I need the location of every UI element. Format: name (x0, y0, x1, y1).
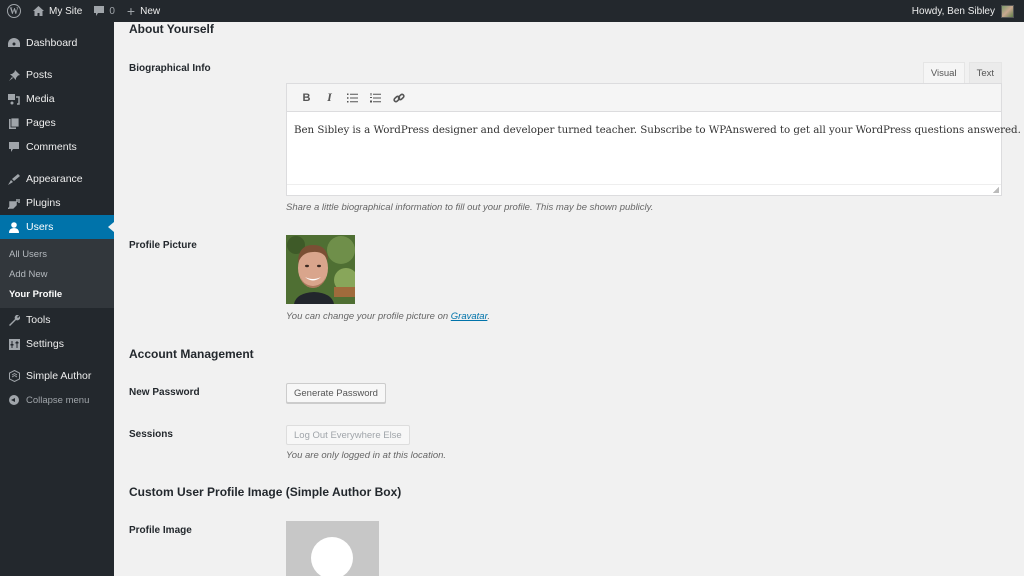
pages-icon (7, 117, 21, 129)
wp-logo-menu[interactable]: W (0, 0, 27, 22)
desc-text: . (487, 311, 491, 322)
sidebar-item-users[interactable]: Users (0, 215, 114, 239)
sidebar-item-tools[interactable]: Tools (0, 308, 114, 332)
settings-icon (7, 338, 21, 350)
sidebar-item-pages[interactable]: Pages (0, 111, 114, 135)
sidebar-label: Settings (26, 338, 64, 350)
new-label: New (140, 5, 161, 17)
sidebar-item-settings[interactable]: Settings (0, 332, 114, 356)
account-heading: Account Management (129, 347, 254, 361)
editor-statusbar (287, 184, 1001, 195)
collapse-menu-button[interactable]: Collapse menu (0, 388, 114, 412)
users-submenu: All Users Add New Your Profile (0, 239, 114, 308)
wordpress-logo-icon: W (7, 4, 21, 18)
sidebar-label: Pages (26, 117, 56, 129)
sidebar-item-posts[interactable]: Posts (0, 63, 114, 87)
site-name-link[interactable]: My Site (27, 0, 88, 22)
profile-picture-description: You can change your profile picture on G… (286, 311, 490, 322)
wrench-icon (7, 314, 21, 326)
sessions-description: You are only logged in at this location. (286, 450, 447, 461)
sidebar-label: Tools (26, 314, 51, 326)
user-icon (7, 221, 21, 233)
bio-textarea[interactable]: Ben Sibley is a WordPress designer and d… (287, 112, 1021, 148)
sidebar-label: Users (26, 221, 54, 233)
profile-image-placeholder[interactable] (286, 521, 379, 576)
pin-icon (7, 69, 21, 81)
admin-sidebar: Dashboard Posts Media Pages Comments App… (0, 22, 114, 576)
about-heading: About Yourself (129, 22, 214, 36)
sidebar-item-simple-author[interactable]: Simple Author (0, 364, 114, 388)
comment-icon (94, 6, 105, 16)
profile-picture (286, 235, 355, 304)
profile-image-label: Profile Image (129, 525, 192, 536)
home-icon (33, 6, 44, 16)
plug-icon (7, 198, 21, 209)
media-icon (7, 93, 21, 105)
custom-image-heading: Custom User Profile Image (Simple Author… (129, 485, 402, 499)
bio-editor: B I Ben Sibley is a WordPress designer a… (286, 83, 1021, 196)
comment-count: 0 (109, 5, 115, 17)
submenu-all-users[interactable]: All Users (0, 244, 114, 264)
editor-tabs: Visual Text (919, 62, 1002, 83)
bulleted-list-icon (347, 93, 358, 102)
sidebar-item-media[interactable]: Media (0, 87, 114, 111)
submenu-your-profile[interactable]: Your Profile (0, 284, 114, 304)
sidebar-item-dashboard[interactable]: Dashboard (0, 31, 114, 55)
tab-text[interactable]: Text (968, 62, 1002, 83)
editor-toolbar: B I (287, 84, 1001, 112)
sidebar-label: Appearance (26, 173, 83, 185)
generate-password-button[interactable]: Generate Password (286, 383, 386, 403)
sidebar-item-plugins[interactable]: Plugins (0, 191, 114, 215)
collapse-icon-wrap (7, 395, 21, 405)
sidebar-label: Media (26, 93, 55, 105)
gravatar-link[interactable]: Gravatar (451, 311, 488, 322)
site-name: My Site (49, 5, 83, 17)
link-icon (392, 93, 405, 102)
resize-handle-icon[interactable] (993, 187, 999, 193)
bio-label: Biographical Info (129, 63, 211, 74)
dashboard-icon (7, 38, 21, 48)
avatar-placeholder-icon (311, 537, 353, 576)
sidebar-label: Posts (26, 69, 53, 81)
italic-icon: I (327, 90, 332, 104)
new-content-link[interactable]: + New (121, 0, 166, 22)
italic-button[interactable]: I (318, 87, 341, 109)
sidebar-item-comments[interactable]: Comments (0, 135, 114, 159)
bulleted-list-button[interactable] (341, 87, 364, 109)
profile-picture-label: Profile Picture (129, 240, 197, 251)
desc-text: You can change your profile picture on (286, 311, 451, 322)
sidebar-label: Simple Author (26, 370, 92, 382)
sidebar-item-appearance[interactable]: Appearance (0, 167, 114, 191)
bold-icon: B (302, 91, 311, 104)
numbered-list-icon (370, 92, 381, 102)
plus-icon: + (126, 3, 136, 19)
logout-everywhere-button[interactable]: Log Out Everywhere Else (286, 425, 410, 445)
admin-bar: W My Site 0 + New Howdy, Ben Sibley (0, 0, 1024, 22)
tab-visual[interactable]: Visual (922, 62, 965, 83)
sidebar-label: Collapse menu (26, 394, 90, 406)
bold-button[interactable]: B (295, 87, 318, 109)
new-password-label: New Password (129, 387, 200, 398)
sidebar-label: Plugins (26, 197, 61, 209)
howdy-text: Howdy, Ben Sibley (911, 5, 995, 17)
comments-link[interactable]: 0 (88, 0, 121, 22)
sidebar-label: Dashboard (26, 37, 78, 49)
link-button[interactable] (387, 87, 410, 109)
hexagon-icon (7, 370, 21, 382)
sidebar-label: Comments (26, 141, 77, 153)
paintbrush-icon (7, 173, 21, 185)
numbered-list-button[interactable] (364, 87, 387, 109)
sessions-label: Sessions (129, 429, 173, 440)
collapse-icon (9, 395, 19, 405)
submenu-add-new[interactable]: Add New (0, 264, 114, 284)
bio-description: Share a little biographical information … (286, 202, 654, 213)
my-account-link[interactable]: Howdy, Ben Sibley (906, 0, 1020, 22)
user-avatar (1001, 4, 1014, 18)
comment-icon (7, 142, 21, 152)
